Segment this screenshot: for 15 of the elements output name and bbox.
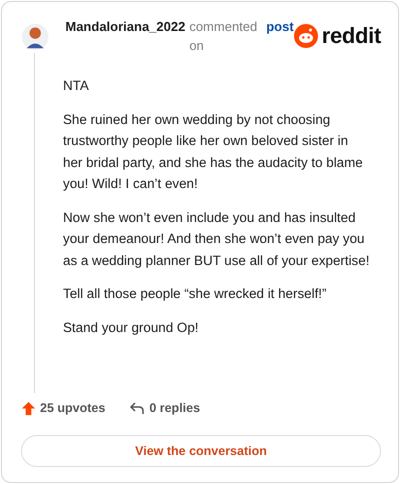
comment-paragraph: NTA: [63, 77, 90, 95]
comment-paragraph: Tell all those people “she wrecked it herself!”: [63, 285, 328, 303]
upvote-count: 25 upvotes: [40, 400, 106, 417]
username[interactable]: Mandaloriana_2022: [65, 16, 186, 36]
action-text: commented on: [189, 18, 258, 55]
comment-paragraph: She ruined her own wedding by not choosing trustworthy people like her own beloved sister in her bridal party, and she has the audacity to blame you! Wild! I can’t even!: [63, 110, 364, 193]
reply-count: 0 replies: [149, 400, 200, 417]
reply-arrow-icon[interactable]: [129, 401, 146, 415]
view-conversation-button[interactable]: View the conversation: [21, 435, 381, 467]
upvote-arrow-icon[interactable]: [21, 400, 36, 416]
comment-paragraph: Now she won’t even include you and has insulted your demeanour! And then she won’t even pay you as a wedding planner BUT use all of your expertise!: [63, 208, 370, 270]
post-link[interactable]: post: [266, 16, 294, 36]
comment-paragraph: Stand your ground Op!: [63, 318, 200, 337]
reddit-logo-icon: [294, 24, 318, 48]
brand-wordmark: reddit: [322, 25, 381, 47]
